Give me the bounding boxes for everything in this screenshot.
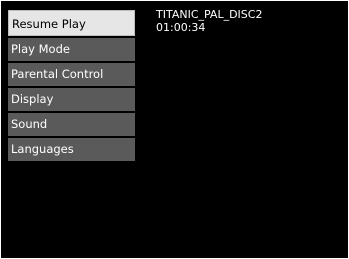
disc-title: TITANIC_PAL_DISC2 — [156, 8, 263, 21]
dvd-menu-screen: Resume Play Play Mode Parental Control D… — [1, 1, 348, 258]
menu-item-play-mode[interactable]: Play Mode — [8, 38, 135, 61]
menu-item-languages[interactable]: Languages — [8, 138, 135, 161]
settings-menu: Resume Play Play Mode Parental Control D… — [8, 10, 135, 163]
disc-info: TITANIC_PAL_DISC2 01:00:34 — [156, 8, 262, 34]
menu-item-sound[interactable]: Sound — [8, 113, 135, 136]
playback-time: 01:00:34 — [156, 21, 206, 34]
menu-item-parental-control[interactable]: Parental Control — [8, 63, 135, 86]
menu-item-display[interactable]: Display — [8, 88, 135, 111]
menu-item-resume-play[interactable]: Resume Play — [8, 10, 135, 36]
